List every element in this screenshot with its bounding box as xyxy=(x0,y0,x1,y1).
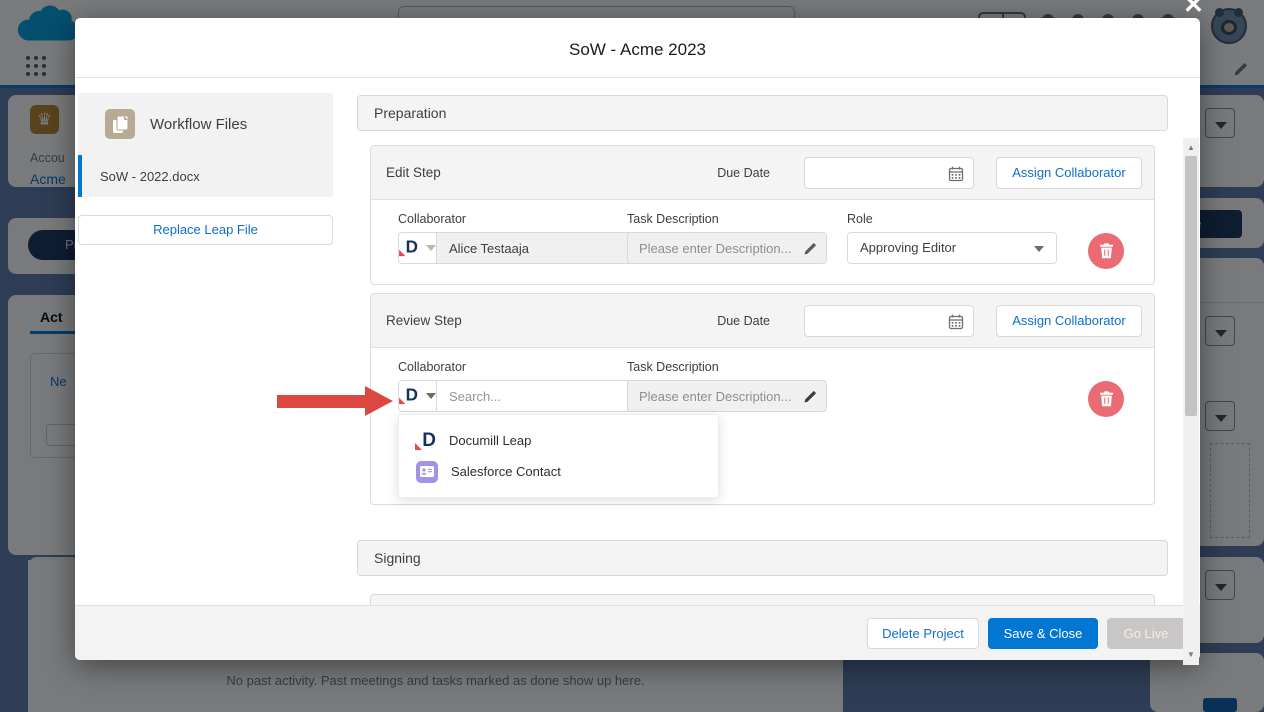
delete-step-button[interactable] xyxy=(1088,381,1124,417)
delete-step-button[interactable] xyxy=(1088,233,1124,269)
dropdown-option-label: Documill Leap xyxy=(449,433,531,448)
task-description-field[interactable] xyxy=(628,233,826,263)
edit-pencil-icon[interactable] xyxy=(803,390,817,409)
review-step-header: Review Step Due Date xyxy=(371,294,1154,348)
due-date-input[interactable] xyxy=(804,157,974,189)
assign-collaborator-button[interactable]: Assign Collaborator xyxy=(996,305,1142,337)
file-name: SoW - 2022.docx xyxy=(100,169,200,184)
files-panel-title: Workflow Files xyxy=(150,116,247,133)
calendar-icon[interactable] xyxy=(948,166,964,187)
assign-collaborator-button[interactable]: Assign Collaborator xyxy=(996,157,1142,189)
annotation-arrow xyxy=(277,386,393,416)
steps-column: Preparation Edit Step Due Date xyxy=(357,95,1168,605)
modal-footer: Delete Project Save & Close Go Live xyxy=(75,605,1200,660)
collaborator-search-input[interactable] xyxy=(437,380,638,412)
salesforce-contact-icon xyxy=(416,461,438,483)
signing-step-card-partial xyxy=(370,594,1155,605)
edit-pencil-icon[interactable] xyxy=(803,242,817,261)
calendar-icon[interactable] xyxy=(948,314,964,335)
screen: ♛ Accou Acme Pr Act Ne No past activity.… xyxy=(0,0,1264,712)
dropdown-option-documill-leap[interactable]: D Documill Leap xyxy=(399,425,718,456)
go-live-button[interactable]: Go Live xyxy=(1107,618,1185,649)
task-description-input[interactable] xyxy=(627,232,827,264)
role-select[interactable]: Approving Editor xyxy=(847,232,1057,264)
file-item-selected[interactable]: SoW - 2022.docx xyxy=(78,155,333,197)
dropdown-option-salesforce-contact[interactable]: Salesforce Contact xyxy=(399,456,718,487)
role-label: Role xyxy=(847,212,1057,226)
caret-down-icon xyxy=(1034,246,1044,252)
save-close-button[interactable]: Save & Close xyxy=(988,618,1098,649)
documill-logo: D xyxy=(416,430,436,452)
step-title: Edit Step xyxy=(383,165,441,180)
task-description-label: Task Description xyxy=(627,212,827,226)
section-signing[interactable]: Signing xyxy=(357,540,1168,576)
role-value: Approving Editor xyxy=(860,240,956,255)
step-title: Review Step xyxy=(383,313,462,328)
collaborator-value-field[interactable] xyxy=(437,232,638,264)
dropdown-option-label: Salesforce Contact xyxy=(451,464,561,479)
files-panel: Workflow Files SoW - 2022.docx Replace L… xyxy=(78,93,333,245)
caret-down-icon xyxy=(426,393,436,399)
due-date-label: Due Date xyxy=(717,166,770,180)
edit-step-body: Collaborator D Task Description xyxy=(371,200,1154,284)
edit-step-header: Edit Step Due Date xyxy=(371,146,1154,200)
workflow-files-icon xyxy=(105,109,135,139)
modal-title: SoW - Acme 2023 xyxy=(75,18,1200,78)
edit-step-card: Edit Step Due Date xyxy=(370,145,1155,285)
scrollbar-thumb[interactable] xyxy=(1185,156,1197,416)
modal-scrollbar[interactable]: ▲ ▼ xyxy=(1183,138,1199,665)
collaborator-source-toggle[interactable]: D xyxy=(398,380,437,412)
scroll-up-icon[interactable]: ▲ xyxy=(1183,140,1199,156)
collaborator-source-toggle[interactable]: D xyxy=(398,232,437,264)
task-description-field[interactable] xyxy=(628,381,826,411)
close-icon[interactable]: ✕ xyxy=(1183,0,1204,20)
collaborator-label: Collaborator xyxy=(398,212,591,226)
due-date-input[interactable] xyxy=(804,305,974,337)
collaborator-label: Collaborator xyxy=(398,360,591,374)
task-description-label: Task Description xyxy=(627,360,827,374)
documill-logo: D xyxy=(400,238,418,258)
task-description-input[interactable] xyxy=(627,380,827,412)
caret-down-icon xyxy=(426,245,436,251)
scroll-down-icon[interactable]: ▼ xyxy=(1183,647,1199,663)
review-step-card: Review Step Due Date xyxy=(370,293,1155,505)
delete-project-button[interactable]: Delete Project xyxy=(867,618,979,649)
collaborator-source-dropdown: D Documill Leap xyxy=(398,414,719,498)
modal-body: Workflow Files SoW - 2022.docx Replace L… xyxy=(75,78,1200,605)
replace-leap-file-button[interactable]: Replace Leap File xyxy=(78,215,333,245)
workflow-modal: SoW - Acme 2023 Workflow Files xyxy=(75,18,1200,660)
due-date-label: Due Date xyxy=(717,314,770,328)
documill-logo: D xyxy=(400,386,418,406)
section-preparation[interactable]: Preparation xyxy=(357,95,1168,131)
